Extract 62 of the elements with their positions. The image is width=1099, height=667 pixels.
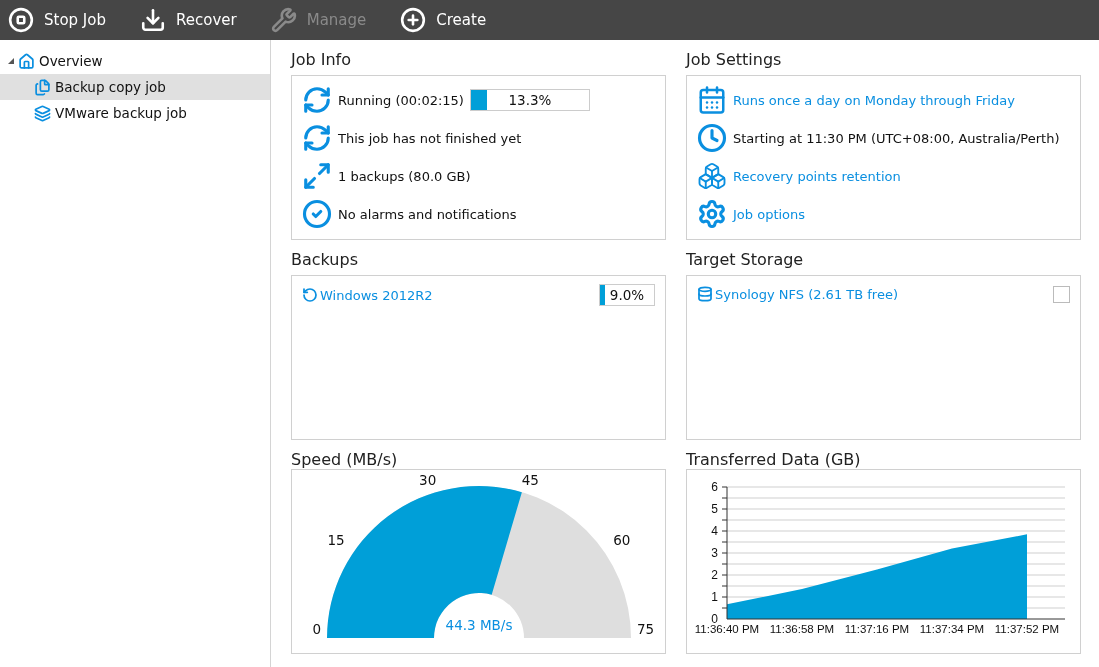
storage-link[interactable]: Synology NFS (2.61 TB free) [715,286,898,302]
y-tick-label: 3 [711,546,718,560]
info-text: 1 backups (80.0 GB) [338,168,471,184]
section-title: Backups [291,250,359,271]
section-title: Transferred Data (GB) [686,450,862,469]
stop-icon [8,7,34,33]
gauge-tick-label: 60 [613,532,631,549]
gauge-tick-label: 0 [312,621,321,637]
settings-text: Starting at 11:30 PM (UTC+08:00, Australia/Perth) [733,130,1060,146]
files-icon [34,78,51,96]
layers-icon [34,104,51,122]
settings-icon [697,199,727,229]
tree-item[interactable]: VMware backup job [0,100,270,126]
toolbar-button[interactable]: Recover [140,7,237,33]
section-title: Target Storage [686,250,805,271]
info-text: No alarms and notifications [338,206,517,222]
expand-arrow-icon[interactable] [8,58,14,64]
wrench-icon [270,7,297,33]
section-title: Job Info [291,50,353,71]
toolbar-button[interactable]: Stop Job [8,7,106,33]
settings-link[interactable]: Job options [733,206,806,222]
clock-icon [697,123,727,153]
x-tick-label: 11:37:16 PM [844,623,910,635]
cubes-icon [697,161,727,191]
toolbar-button[interactable]: Create [400,7,487,33]
backup-link[interactable]: Windows 2012R2 [320,287,433,303]
settings-link[interactable]: Recovery points retention [733,168,901,184]
y-tick-label: 5 [711,502,718,516]
checkbox[interactable] [1053,285,1070,303]
tree-item[interactable]: Overview [0,48,270,74]
info-text: This job has not finished yet [338,130,522,146]
gauge-tick-label: 75 [637,621,655,637]
database-icon [697,286,713,302]
refresh-icon [302,85,332,115]
x-tick-label: 11:37:52 PM [994,623,1060,635]
refresh-icon [302,123,332,153]
y-tick-label: 4 [711,524,718,538]
gauge-tick-label: 15 [327,532,345,549]
x-tick-label: 11:36:58 PM [769,623,835,635]
progress-reading: 9.0% [609,287,645,303]
section-title: Speed (MB/s) [291,450,399,469]
progress-reading: 13.3% [508,92,552,108]
y-tick-label: 6 [711,480,718,494]
expand-arrows-icon [302,161,332,191]
x-tick-label: 11:37:34 PM [919,623,985,635]
gauge-tick-label: 30 [419,472,437,489]
info-text: Running (00:02:15) [338,92,464,108]
plus-circle-icon [400,7,427,33]
settings-link[interactable]: Runs once a day on Monday through Friday [733,92,1015,108]
section-title: Job Settings [686,50,783,71]
tree-item[interactable]: Backup copy job [0,74,270,100]
restore-icon [302,287,318,303]
gauge-tick-label: 45 [521,472,539,489]
download-icon [140,7,166,33]
x-tick-label: 11:36:40 PM [694,623,760,635]
y-tick-label: 2 [711,568,718,582]
calendar-icon [697,85,727,115]
check-circle-icon [302,199,332,229]
home-icon [18,52,35,70]
y-tick-label: 1 [711,590,718,604]
gauge-reading: 44.3 MB/s [445,617,513,633]
y-tick-label: 0 [711,612,718,626]
